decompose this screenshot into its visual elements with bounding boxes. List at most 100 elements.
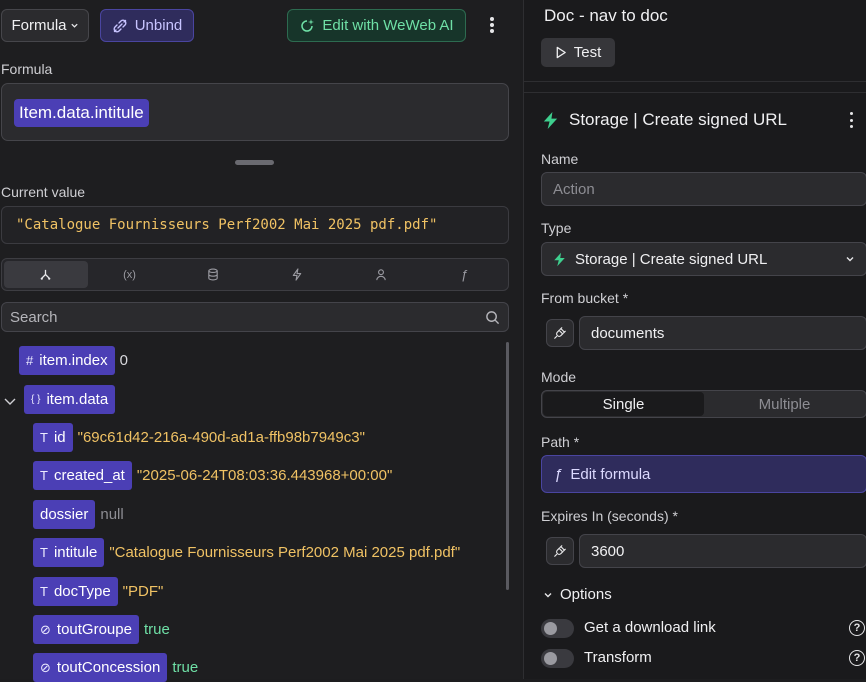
bucket-input[interactable]: documents: [579, 316, 866, 350]
tab-workflows[interactable]: [255, 261, 339, 288]
formula-mode-label: Formula: [11, 17, 67, 34]
unbind-label: Unbind: [134, 17, 183, 34]
unbind-button[interactable]: Unbind: [100, 9, 194, 42]
resize-handle[interactable]: [235, 160, 274, 165]
boolean-type-icon: ⊘: [40, 621, 51, 637]
edit-formula-button[interactable]: ƒ Edit formula: [541, 455, 866, 493]
help-icon[interactable]: ?: [849, 620, 865, 636]
download-link-toggle[interactable]: [541, 619, 574, 638]
tree-node-toutgroupe[interactable]: ⊘ toutGroupe true: [33, 615, 170, 644]
plug-icon: [554, 545, 566, 557]
object-type-icon: { }: [31, 394, 41, 405]
tree-node-id[interactable]: Tid "69c61d42-216a-490d-ad1a-ffb98b7949c…: [33, 423, 365, 452]
tree-key[interactable]: { } item.data: [24, 385, 116, 414]
database-icon: [208, 268, 218, 281]
tree-value: true: [143, 621, 170, 638]
chevron-down-icon: [846, 257, 854, 262]
mode-label: Mode: [541, 369, 577, 385]
search-field[interactable]: [1, 302, 509, 332]
tab-functions[interactable]: ƒ: [422, 261, 506, 288]
edit-with-ai-label: Edit with WeWeb AI: [322, 17, 454, 34]
tree-value: "2025-06-24T08:03:36.443968+00:00": [136, 467, 393, 484]
text-type-icon: T: [40, 584, 48, 599]
mode-single-option[interactable]: Single: [543, 392, 704, 416]
chevron-down-icon: [70, 23, 78, 28]
tree-key[interactable]: # item.index: [19, 346, 115, 375]
bind-toggle-button[interactable]: [546, 537, 574, 565]
tree-key[interactable]: TdocType: [33, 577, 118, 606]
more-options-icon[interactable]: [846, 111, 856, 129]
tab-tree[interactable]: [4, 261, 88, 288]
test-button[interactable]: Test: [541, 38, 615, 67]
chevron-down-icon[interactable]: [543, 590, 553, 600]
type-label: Type: [541, 220, 572, 236]
mode-multiple-option[interactable]: Multiple: [704, 392, 865, 416]
tree-key[interactable]: Tintitule: [33, 538, 105, 567]
tab-data[interactable]: [171, 261, 255, 288]
number-type-icon: #: [26, 353, 34, 368]
options-header[interactable]: Options: [560, 586, 612, 603]
tree-value: "69c61d42-216a-490d-ad1a-ffb98b7949c3": [77, 429, 365, 446]
more-options-icon[interactable]: [486, 14, 498, 36]
tree-value: 0: [119, 352, 128, 369]
chevron-down-icon[interactable]: [3, 394, 17, 408]
formula-editor-panel: Formula Unbind Edit with WeWeb AI Formul…: [0, 0, 520, 682]
workflow-panel: Doc - nav to doc Test Storage | Create s…: [523, 0, 866, 679]
tree-key[interactable]: Tid: [33, 423, 73, 452]
formula-mode-dropdown[interactable]: Formula: [1, 9, 89, 42]
text-type-icon: T: [40, 430, 48, 445]
tab-user[interactable]: [339, 261, 423, 288]
name-label: Name: [541, 151, 579, 167]
type-select[interactable]: Storage | Create signed URL: [541, 242, 866, 276]
test-label: Test: [573, 44, 602, 61]
variable-icon: (x): [123, 268, 136, 281]
bolt-icon: [554, 252, 565, 266]
workflow-header-card: Doc - nav to doc Test: [524, 0, 866, 82]
tree-key[interactable]: ⊘ toutGroupe: [33, 615, 139, 644]
current-value-label: Current value: [1, 184, 86, 200]
bolt-icon: [292, 268, 302, 281]
tree-node-index[interactable]: # item.index 0: [19, 346, 128, 375]
tree-icon: [40, 269, 51, 280]
ai-sparkle-icon: [301, 18, 315, 32]
bind-toggle-button[interactable]: [546, 319, 574, 347]
formula-input[interactable]: Item.data.intitule: [1, 83, 509, 141]
bucket-label: From bucket *: [541, 290, 629, 306]
tree-value: null: [100, 506, 124, 523]
download-link-label: Get a download link: [584, 619, 716, 636]
text-type-icon: T: [40, 545, 48, 560]
edit-formula-label: Edit formula: [570, 465, 651, 483]
help-icon[interactable]: ?: [849, 650, 865, 666]
tree-node-created-at[interactable]: Tcreated_at "2025-06-24T08:03:36.443968+…: [33, 461, 392, 490]
user-icon: [375, 269, 386, 281]
function-icon: ƒ: [460, 267, 468, 282]
formula-token[interactable]: Item.data.intitule: [14, 99, 149, 127]
tree-node-data[interactable]: { } item.data: [24, 385, 116, 414]
play-icon: [556, 46, 566, 59]
text-type-icon: T: [40, 468, 48, 483]
tree-scrollbar[interactable]: [506, 342, 509, 590]
transform-toggle[interactable]: [541, 649, 574, 668]
tree-value: true: [172, 659, 199, 676]
path-label: Path *: [541, 434, 580, 450]
expires-input[interactable]: 3600: [579, 534, 866, 568]
tree-key[interactable]: Tcreated_at: [33, 461, 132, 490]
name-input[interactable]: Action: [541, 172, 866, 206]
tab-variables[interactable]: (x): [88, 261, 172, 288]
tree-node-doctype[interactable]: TdocType "PDF": [33, 577, 163, 606]
search-input[interactable]: [10, 308, 485, 326]
tree-node-toutconcession[interactable]: ⊘ toutConcession true: [33, 653, 198, 682]
tree-node-intitule[interactable]: Tintitule "Catalogue Fournisseurs Perf20…: [33, 538, 460, 567]
tree-key[interactable]: ⊘ toutConcession: [33, 653, 168, 682]
current-value-display: "Catalogue Fournisseurs Perf2002 Mai 202…: [1, 206, 509, 244]
search-icon: [486, 310, 500, 324]
tree-key[interactable]: dossier: [33, 500, 96, 529]
formula-label: Formula: [1, 61, 53, 77]
tree-node-dossier[interactable]: dossier null: [33, 500, 124, 529]
boolean-type-icon: ⊘: [40, 659, 51, 675]
expires-label: Expires In (seconds) *: [541, 508, 678, 524]
tree-value: "PDF": [122, 583, 164, 600]
type-value: Storage | Create signed URL: [575, 250, 768, 268]
function-icon: ƒ: [554, 465, 563, 483]
edit-with-ai-button[interactable]: Edit with WeWeb AI: [287, 9, 466, 42]
